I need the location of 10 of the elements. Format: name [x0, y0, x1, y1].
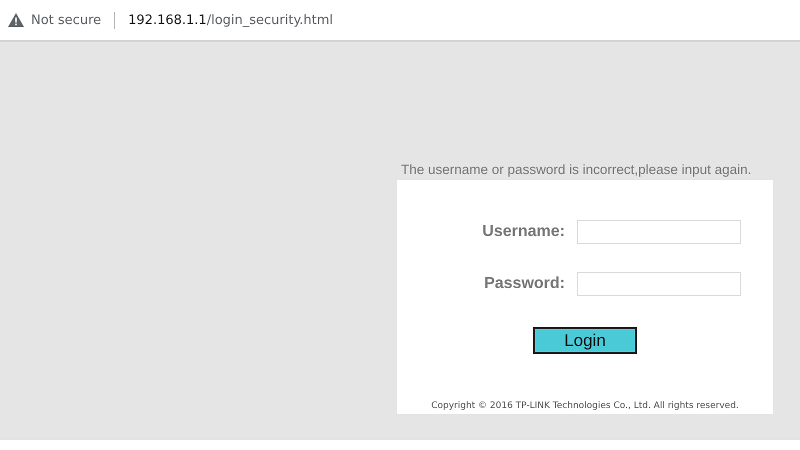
copyright-text: Copyright © 2016 TP-LINK Technologies Co., Ltd. All rights reserved. — [431, 400, 739, 412]
field-label: Username: — [481, 223, 565, 241]
login-button[interactable]: Login — [533, 327, 637, 354]
field-label: Password: — [483, 275, 565, 293]
warning-icon — [8, 13, 24, 27]
security-label[interactable]: Not secure — [31, 12, 102, 28]
error-message: The username or password is incorrect,please input again. — [400, 161, 752, 179]
input-field[interactable] — [577, 220, 741, 244]
address-url[interactable]: 192.168.1.1/login_security.html — [128, 12, 334, 28]
input-field[interactable] — [577, 272, 741, 296]
